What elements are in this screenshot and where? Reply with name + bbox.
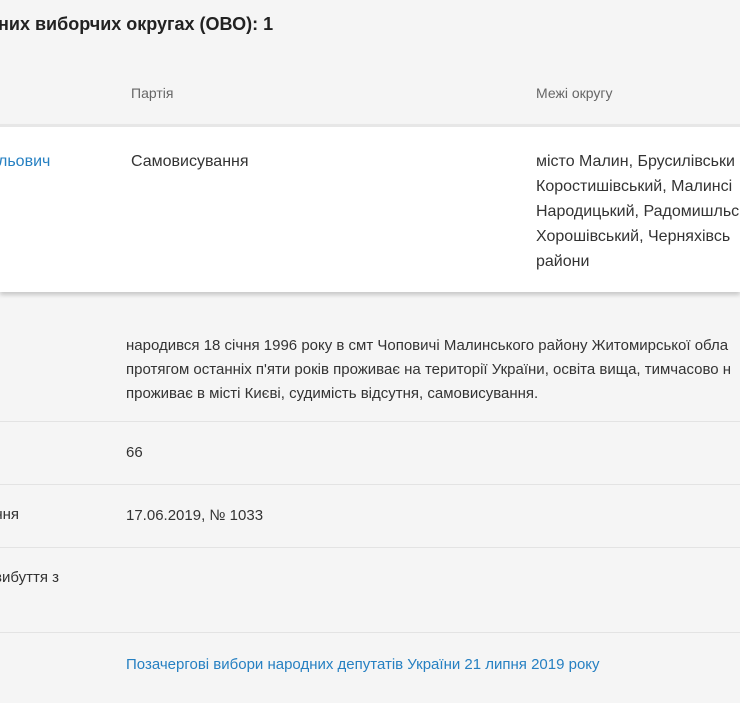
district-row-card: льович Самовисування місто Малин, Брусил… — [0, 124, 740, 292]
boundary-line: місто Малин, Брусилівськи — [536, 153, 735, 170]
column-header-boundaries: Межі округу — [536, 85, 613, 101]
detail-row-registration: ання 17.06.2019, № 1033 — [0, 485, 740, 548]
candidate-details: народився 18 січня 1996 року в смт Чопов… — [0, 300, 740, 703]
column-header-party: Партія — [131, 85, 174, 101]
biography-line: народився 18 січня 1996 року в смт Чопов… — [126, 337, 729, 354]
detail-row-election: Позачергові вибори народних депутатів Ук… — [0, 633, 740, 703]
registration-value: 17.06.2019, № 1033 — [126, 507, 264, 524]
number-value: 66 — [126, 444, 143, 461]
party-cell: Самовисування — [131, 153, 249, 170]
election-cell: Позачергові вибори народних депутатів Ук… — [126, 653, 600, 677]
candidate-name-link[interactable]: льович — [0, 153, 50, 170]
boundary-line: Народицький, Радомишльс — [536, 203, 740, 220]
registration-label: ання — [0, 506, 20, 523]
table-header-band: них виборчих округах (ОВО): 1 Партія Меж… — [0, 0, 740, 125]
page-title: них виборчих округах (ОВО): 1 — [0, 14, 274, 34]
boundary-line: Хорошівський, Черняхівсь — [536, 228, 731, 245]
detail-row-number: 66 — [0, 422, 740, 485]
election-link[interactable]: Позачергові вибори народних депутатів Ук… — [126, 656, 600, 673]
dropout-label: вибуття з — [0, 569, 60, 586]
detail-row-dropout: вибуття з — [0, 548, 740, 633]
boundary-line: райони — [536, 253, 590, 270]
district-boundaries-cell: місто Малин, Брусилівськи Коростишівськи… — [536, 149, 740, 274]
biography-line: проживає в місті Києві, судимість відсут… — [126, 385, 539, 402]
detail-row-bio: народився 18 січня 1996 року в смт Чопов… — [0, 300, 740, 422]
boundary-line: Коростишівський, Малинсі — [536, 178, 733, 195]
candidate-cell: льович — [0, 149, 50, 174]
biography-text: народився 18 січня 1996 року в смт Чопов… — [126, 334, 731, 406]
biography-line: протягом останніх п'яти років проживає н… — [126, 361, 732, 378]
